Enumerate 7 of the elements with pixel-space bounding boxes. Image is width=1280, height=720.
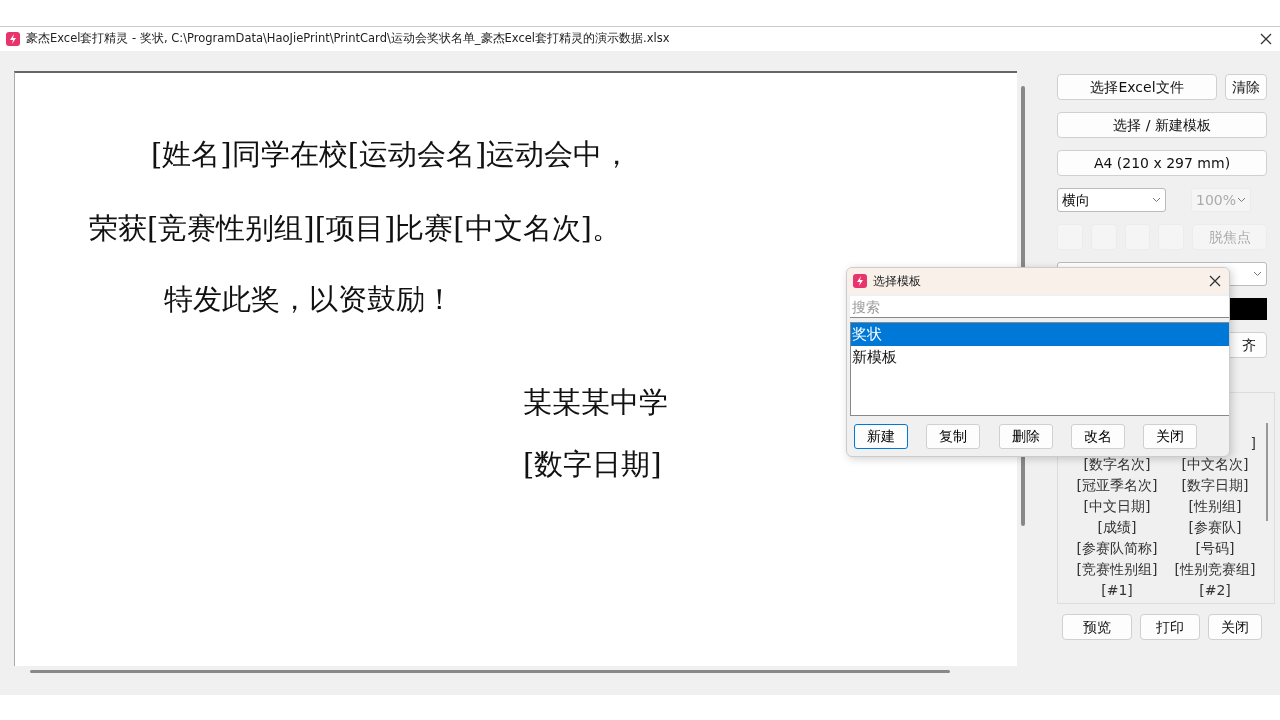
canvas-text: 某某某中学 [523,384,668,421]
dialog-title: 选择模板 [873,273,921,290]
canvas-text: 荣获[竞赛性别组][项目]比赛[中文名次]。 [89,210,621,247]
canvas-text: [数字日期] [523,446,662,483]
canvas-text: [姓名]同学在校[运动会名]运动会中， [151,136,632,173]
canvas-text: 特发此奖，以资鼓励！ [164,281,454,318]
window-title: 豪杰Excel套打精灵 - 奖状, C:\ProgramData\HaoJiePrint\PrintCard\运动会奖状名单_豪杰Excel套打精灵的演示数据.xlsx [26,30,670,48]
